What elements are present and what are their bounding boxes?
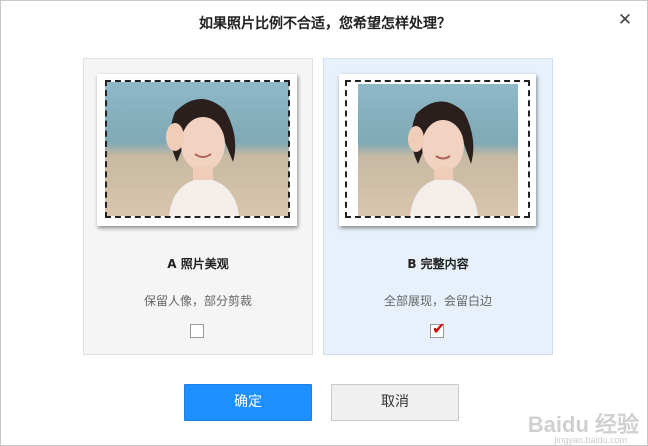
option-b-label: B 完整内容 — [407, 257, 469, 271]
checkmark-icon: ✔ — [432, 319, 446, 338]
option-a-card[interactable]: A 照片美观 保留人像，部分剪裁 — [83, 58, 313, 355]
option-a-label: A 照片美观 — [167, 257, 229, 271]
dialog-title: 如果照片比例不合适，您希望怎样处理？ — [199, 16, 451, 32]
option-b-card[interactable]: B 完整内容 全部展现，会留白边 ✔ — [323, 58, 553, 355]
option-a-checkbox[interactable] — [190, 324, 204, 338]
confirm-button[interactable]: 确定 — [184, 384, 312, 421]
cancel-button[interactable]: 取消 — [331, 384, 459, 421]
option-b-photo-frame — [339, 74, 536, 226]
close-icon[interactable]: ✕ — [617, 12, 633, 29]
crop-outline — [345, 80, 530, 218]
option-a-description: 保留人像，部分剪裁 — [143, 294, 252, 308]
baidu-watermark-url: jingyan.baidu.com — [554, 435, 627, 445]
option-b-description: 全部展现，会留白边 — [383, 294, 492, 308]
photo-ratio-dialog: 如果照片比例不合适，您希望怎样处理？ ✕ A 照片美观 保留人像，部分剪裁 B … — [0, 0, 648, 446]
option-a-photo-frame — [97, 74, 297, 226]
crop-outline — [105, 80, 290, 218]
option-b-checkbox[interactable]: ✔ — [430, 319, 446, 338]
